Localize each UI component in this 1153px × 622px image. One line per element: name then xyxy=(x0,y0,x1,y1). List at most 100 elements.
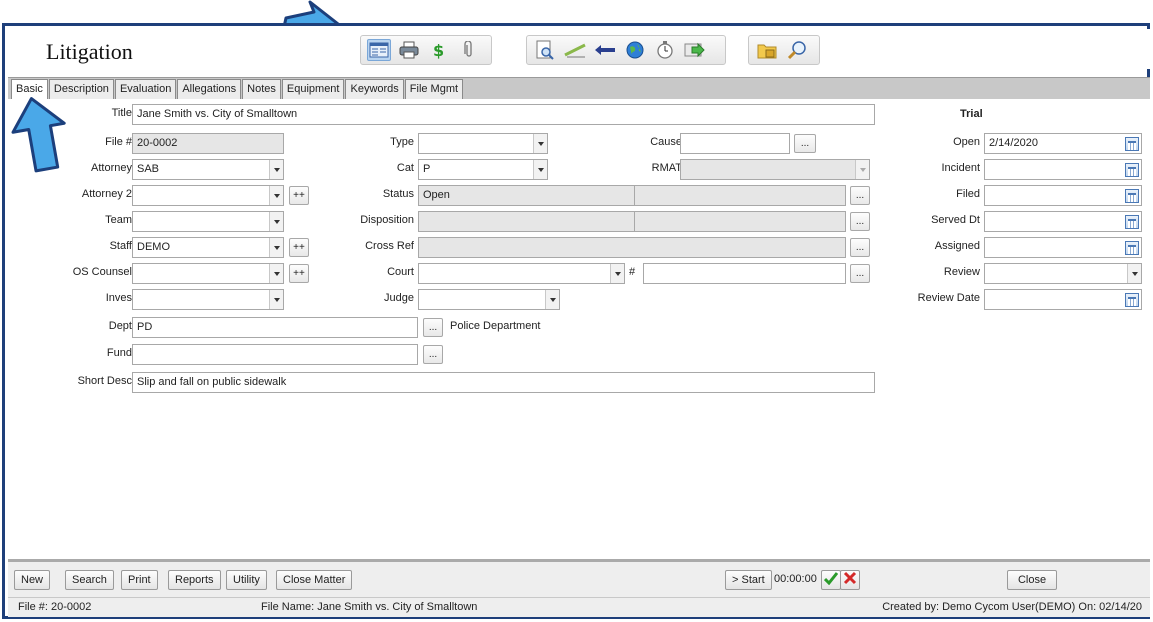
billing-button[interactable]: $ xyxy=(427,39,451,61)
court-label: Court xyxy=(387,266,414,278)
export-button[interactable] xyxy=(683,39,707,61)
inves-select[interactable] xyxy=(132,289,284,310)
court-number-field[interactable] xyxy=(643,263,846,284)
cause-label: Cause xyxy=(650,136,682,148)
window-title: Litigation xyxy=(46,39,133,64)
staff-select[interactable]: DEMO xyxy=(132,237,284,258)
add-attorney2-button[interactable]: ++ xyxy=(289,186,309,205)
attorney2-label: Attorney 2 xyxy=(81,188,132,200)
file-number-field[interactable]: 20-0002 xyxy=(132,133,284,154)
fund-field[interactable] xyxy=(132,344,418,365)
dept-lookup-button[interactable]: ... xyxy=(423,318,443,337)
open-date-field[interactable]: 2/14/2020 xyxy=(984,133,1142,154)
status-created-by: Created by: Demo Cycom User(DEMO) On: 02… xyxy=(882,601,1142,613)
type-select[interactable] xyxy=(418,133,548,154)
tab-allegations[interactable]: Allegations xyxy=(177,79,242,99)
timer-button[interactable] xyxy=(653,39,677,61)
court-lookup-button[interactable]: ... xyxy=(850,264,870,283)
type-label: Type xyxy=(390,136,414,148)
attachments-button[interactable] xyxy=(457,39,481,61)
tab-equipment[interactable]: Equipment xyxy=(281,79,345,99)
new-button[interactable]: New xyxy=(14,570,51,590)
dept-field[interactable]: PD xyxy=(132,317,418,338)
chevron-down-icon xyxy=(610,264,624,283)
title-field[interactable]: Jane Smith vs. City of Smalltown xyxy=(132,104,875,125)
reports-button[interactable]: Reports xyxy=(168,570,221,590)
transfer-button[interactable] xyxy=(593,39,617,61)
assigned-date-field[interactable] xyxy=(984,237,1142,258)
form-view-button[interactable] xyxy=(367,39,391,61)
cross-ref-field[interactable] xyxy=(418,237,846,258)
chevron-down-icon xyxy=(269,186,283,205)
tab-notes[interactable]: Notes xyxy=(242,79,281,99)
attorney-select[interactable]: SAB xyxy=(132,159,284,180)
os-counsel-select[interactable] xyxy=(132,263,284,284)
judge-select[interactable] xyxy=(418,289,560,310)
attorney-value: SAB xyxy=(137,163,160,175)
start-timer-button[interactable]: > Start xyxy=(725,570,772,590)
lookup-button[interactable] xyxy=(785,39,809,61)
calendar-icon[interactable] xyxy=(1125,215,1139,229)
cross-ref-lookup-button[interactable]: ... xyxy=(850,238,870,257)
short-desc-field[interactable]: Slip and fall on public sidewalk xyxy=(132,372,875,393)
close-matter-button[interactable]: Close Matter xyxy=(276,570,353,590)
document-search-icon xyxy=(536,40,554,60)
team-select[interactable] xyxy=(132,211,284,232)
web-button[interactable] xyxy=(623,39,647,61)
accept-button[interactable] xyxy=(821,570,841,590)
status-lookup-button[interactable]: ... xyxy=(850,186,870,205)
dollar-icon: $ xyxy=(433,41,444,59)
chevron-down-icon xyxy=(269,212,283,231)
served-date-field[interactable] xyxy=(984,211,1142,232)
chevron-down-icon xyxy=(855,160,869,179)
cross-ref-label: Cross Ref xyxy=(365,240,414,252)
status-field[interactable]: Open xyxy=(418,185,846,206)
chevron-down-icon xyxy=(269,290,283,309)
tab-file-mgmt[interactable]: File Mgmt xyxy=(404,79,464,99)
cause-field[interactable] xyxy=(680,133,790,154)
calendar-icon[interactable] xyxy=(1125,241,1139,255)
document-search-button[interactable] xyxy=(533,39,557,61)
calendar-icon[interactable] xyxy=(1125,163,1139,177)
cancel-button[interactable] xyxy=(840,570,860,590)
chevron-down-icon xyxy=(269,160,283,179)
export-arrow-icon xyxy=(684,42,705,58)
status-file-name: File Name: Jane Smith vs. City of Smallt… xyxy=(261,601,478,613)
basic-tab-content: Title Jane Smith vs. City of Smalltown F… xyxy=(8,99,1150,559)
disposition-field[interactable] xyxy=(418,211,846,232)
calendar-icon[interactable] xyxy=(1125,137,1139,151)
filed-date-field[interactable] xyxy=(984,185,1142,206)
add-os-counsel-button[interactable]: ++ xyxy=(289,264,309,283)
review-select[interactable] xyxy=(984,263,1142,284)
stopwatch-icon xyxy=(657,41,673,59)
staff-label: Staff xyxy=(109,240,132,252)
magnifier-icon xyxy=(787,41,806,60)
close-icon xyxy=(843,571,857,585)
review-date-field[interactable] xyxy=(984,289,1142,310)
cause-lookup-button[interactable]: ... xyxy=(794,134,816,153)
calendar-icon[interactable] xyxy=(1125,189,1139,203)
disposition-lookup-button[interactable]: ... xyxy=(850,212,870,231)
cat-select[interactable]: P xyxy=(418,159,548,180)
rmat-select[interactable] xyxy=(680,159,870,180)
close-button[interactable]: Close xyxy=(1007,570,1057,590)
utility-button[interactable]: Utility xyxy=(226,570,267,590)
calendar-icon[interactable] xyxy=(1125,293,1139,307)
swap-arrows-icon xyxy=(595,45,615,55)
tab-evaluation[interactable]: Evaluation xyxy=(114,79,177,99)
attorney2-select[interactable] xyxy=(132,185,284,206)
secure-folder-button[interactable] xyxy=(755,39,779,61)
checkmark-icon xyxy=(823,572,839,586)
fund-lookup-button[interactable]: ... xyxy=(423,345,443,364)
court-select[interactable] xyxy=(418,263,625,284)
toolbar-group-1: $ xyxy=(360,35,492,65)
notes-button[interactable] xyxy=(563,39,587,61)
tab-strip: Basic Description Evaluation Allegations… xyxy=(8,77,1150,101)
chevron-down-icon xyxy=(269,264,283,283)
incident-date-field[interactable] xyxy=(984,159,1142,180)
print-button[interactable]: Print xyxy=(121,570,158,590)
tab-keywords[interactable]: Keywords xyxy=(345,79,404,99)
print-button[interactable] xyxy=(397,39,421,61)
add-staff-button[interactable]: ++ xyxy=(289,238,309,257)
search-button[interactable]: Search xyxy=(65,570,114,590)
